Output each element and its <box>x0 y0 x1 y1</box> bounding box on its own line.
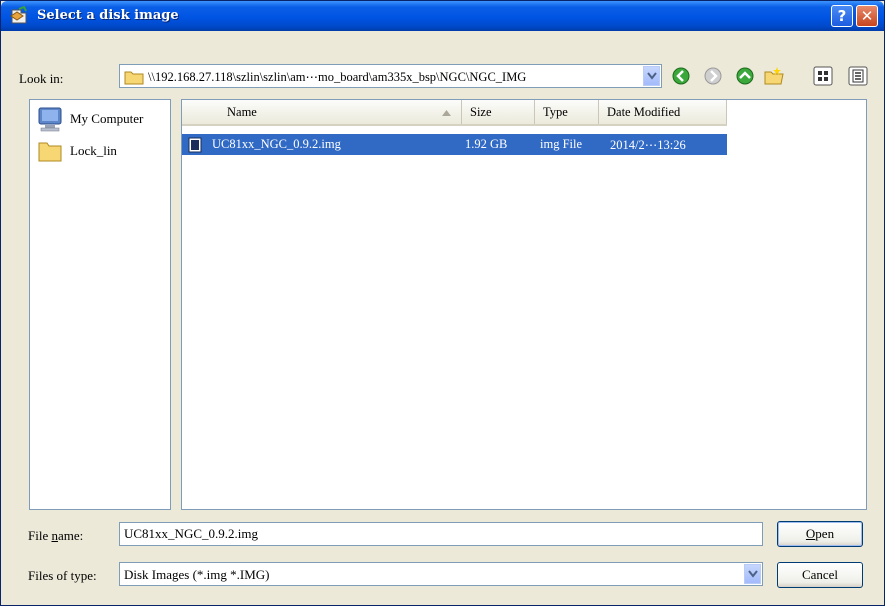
file-icon <box>188 137 202 153</box>
place-lock-lin[interactable]: Lock_lin <box>36 138 168 164</box>
file-name-label-pre: File <box>28 528 52 543</box>
file-date-cell: 2014/2⋯13:26 <box>610 138 686 152</box>
my-computer-icon <box>38 107 62 132</box>
file-type-value: Disk Images (*.img *.IMG) <box>124 567 270 582</box>
column-date-label: Date Modified <box>607 105 681 119</box>
look-in-label: Look in: <box>19 71 64 86</box>
title-bar[interactable]: Select a disk image ? ✕ <box>1 1 884 31</box>
forward-icon[interactable] <box>702 65 724 87</box>
column-type[interactable]: Type <box>535 100 599 124</box>
view-menu-icon[interactable] <box>812 65 834 87</box>
open-button-accel: O <box>805 526 816 541</box>
file-list[interactable]: Name Size Type Date Modified UC81xx_NGC_… <box>181 99 867 510</box>
place-my-computer[interactable]: My Computer <box>36 106 168 132</box>
chevron-down-icon <box>748 570 758 578</box>
place-label: My Computer <box>70 111 144 126</box>
sort-ascending-icon <box>442 110 451 116</box>
open-button-label: pen <box>815 526 835 541</box>
look-in-dropdown[interactable]: \\192.168.27.118\szlin\szlin\am⋯mo_board… <box>119 64 662 88</box>
close-button[interactable]: ✕ <box>856 5 878 27</box>
help-button[interactable]: ? <box>831 5 853 27</box>
select-disk-image-dialog: Select a disk image ? ✕ Look in: \\192.1… <box>0 0 885 606</box>
column-size-label: Size <box>470 105 492 119</box>
cancel-button[interactable]: Cancel <box>777 562 863 588</box>
folder-icon <box>124 71 144 85</box>
view-details-icon[interactable] <box>847 65 869 87</box>
file-list-header: Name Size Type Date Modified <box>182 100 727 126</box>
place-label: Lock_lin <box>70 143 117 158</box>
file-type-dropdown-arrow[interactable] <box>744 564 761 584</box>
file-type-dropdown[interactable]: Disk Images (*.img *.IMG) <box>119 562 763 586</box>
file-name-cell: UC81xx_NGC_0.9.2.img <box>212 137 341 151</box>
file-type-label: Files of type: <box>28 568 97 583</box>
disk-image-icon <box>10 6 27 24</box>
look-in-dropdown-arrow[interactable] <box>643 66 660 86</box>
up-folder-icon[interactable] <box>734 65 756 87</box>
chevron-down-icon <box>647 72 657 80</box>
column-type-label: Type <box>543 105 568 119</box>
column-name[interactable]: Name <box>182 100 462 124</box>
window-title: Select a disk image <box>37 8 179 23</box>
column-date-modified[interactable]: Date Modified <box>599 100 727 124</box>
folder-icon <box>38 142 62 162</box>
column-size[interactable]: Size <box>462 100 535 124</box>
file-size-cell: 1.92 GB <box>465 137 508 151</box>
open-button[interactable]: Open <box>777 521 863 547</box>
new-folder-icon[interactable] <box>763 65 785 87</box>
places-bar: My Computer Lock_lin <box>29 99 171 510</box>
column-name-label: Name <box>227 105 257 119</box>
table-row[interactable]: UC81xx_NGC_0.9.2.img 1.92 GB img File 20… <box>182 134 727 155</box>
file-name-input[interactable] <box>119 522 763 546</box>
file-type-cell: img File <box>540 137 583 151</box>
look-in-path: \\192.168.27.118\szlin\szlin\am⋯mo_board… <box>148 70 527 84</box>
file-name-label-post: ame: <box>57 528 84 543</box>
file-name-label: File name: <box>28 528 83 544</box>
back-icon[interactable] <box>670 65 692 87</box>
